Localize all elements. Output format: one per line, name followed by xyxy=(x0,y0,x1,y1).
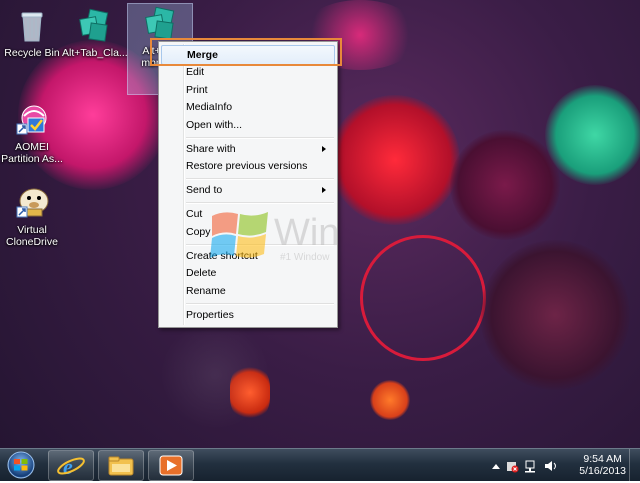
show-hidden-icons-icon[interactable] xyxy=(492,464,500,469)
menu-separator xyxy=(186,178,334,180)
highlight-box xyxy=(150,38,342,66)
action-center-icon[interactable] xyxy=(507,462,519,473)
system-tray: 9:54 AM 5/16/2013 xyxy=(490,449,640,481)
watermark: Win #1 Window xyxy=(210,208,360,268)
tray-icons xyxy=(492,460,556,473)
wallpaper-swirl xyxy=(160,320,270,430)
wallpaper-swirl xyxy=(330,95,460,225)
submenu-arrow-icon xyxy=(322,187,326,193)
wallpaper-swirl xyxy=(450,130,560,240)
desktop-icon-label: Alt+Tab_Cla... xyxy=(62,47,128,59)
desktop-icon-virtual-clonedrive[interactable]: Virtual CloneDrive xyxy=(0,183,64,248)
menu-separator xyxy=(186,202,334,204)
wallpaper-swirl xyxy=(370,380,410,420)
taskbar-windows-explorer[interactable] xyxy=(98,450,144,481)
svg-text:e: e xyxy=(63,454,73,479)
start-button[interactable] xyxy=(2,450,40,480)
desktop-icon-alt-tab-classic[interactable]: Alt+Tab_Cla... xyxy=(62,6,128,59)
desktop-icon-label: AOMEI Partition As... xyxy=(1,141,63,165)
clock-date: 5/16/2013 xyxy=(579,465,626,477)
menu-item-properties[interactable]: Properties xyxy=(186,306,334,324)
menu-item-label: Share with xyxy=(186,143,236,155)
watermark-text: Win xyxy=(274,212,340,254)
menu-item-label: Send to xyxy=(186,184,223,196)
show-desktop-button[interactable] xyxy=(629,449,640,481)
desktop-icon-label: Recycle Bin xyxy=(4,47,60,59)
clock-time: 9:54 AM xyxy=(583,453,622,465)
wallpaper-swirl xyxy=(360,235,486,361)
taskbar: e 9:54 AM 5/16/2013 xyxy=(0,448,640,481)
watermark-subtext: #1 Window xyxy=(280,252,330,263)
menu-separator xyxy=(186,137,334,139)
clock[interactable]: 9:54 AM 5/16/2013 xyxy=(579,453,626,477)
menu-item-share-with[interactable]: Share with xyxy=(186,140,334,158)
recycle-bin-icon xyxy=(14,8,50,44)
desktop-icon-recycle-bin[interactable]: Recycle Bin xyxy=(0,6,64,59)
context-menu: Merge Edit Print MediaInfo Open with... … xyxy=(158,41,338,328)
internet-explorer-icon: e xyxy=(57,454,85,479)
taskbar-internet-explorer[interactable]: e xyxy=(48,450,94,481)
menu-item-rename[interactable]: Rename xyxy=(186,282,334,300)
menu-item-send-to[interactable]: Send to xyxy=(186,181,334,199)
menu-gutter xyxy=(183,44,185,325)
menu-item-mediainfo[interactable]: MediaInfo xyxy=(186,98,334,116)
taskbar-media-player[interactable] xyxy=(148,450,194,481)
windows-orb-icon xyxy=(7,451,35,479)
network-icon[interactable] xyxy=(525,460,535,473)
registry-file-icon xyxy=(76,8,112,44)
desktop-icon-label: Virtual CloneDrive xyxy=(6,224,58,248)
desktop-icon-aomei[interactable]: AOMEI Partition As... xyxy=(0,100,64,165)
menu-separator xyxy=(186,303,334,305)
menu-item-restore-previous-versions[interactable]: Restore previous versions xyxy=(186,157,334,175)
wallpaper-swirl xyxy=(545,85,640,185)
virtual-clonedrive-icon xyxy=(14,185,50,221)
registry-file-icon xyxy=(142,6,178,42)
windows-logo-icon xyxy=(210,212,268,258)
media-player-icon xyxy=(159,455,183,476)
submenu-arrow-icon xyxy=(322,146,326,152)
desktop[interactable]: Recycle Bin Alt+Tab_Cla... Alt+Tab mbnai… xyxy=(0,0,640,448)
menu-item-open-with[interactable]: Open with... xyxy=(186,116,334,134)
menu-item-print[interactable]: Print xyxy=(186,81,334,99)
aomei-app-icon xyxy=(14,102,50,138)
volume-icon[interactable] xyxy=(545,461,556,471)
windows-explorer-icon xyxy=(108,456,134,476)
wallpaper-swirl xyxy=(480,240,630,390)
